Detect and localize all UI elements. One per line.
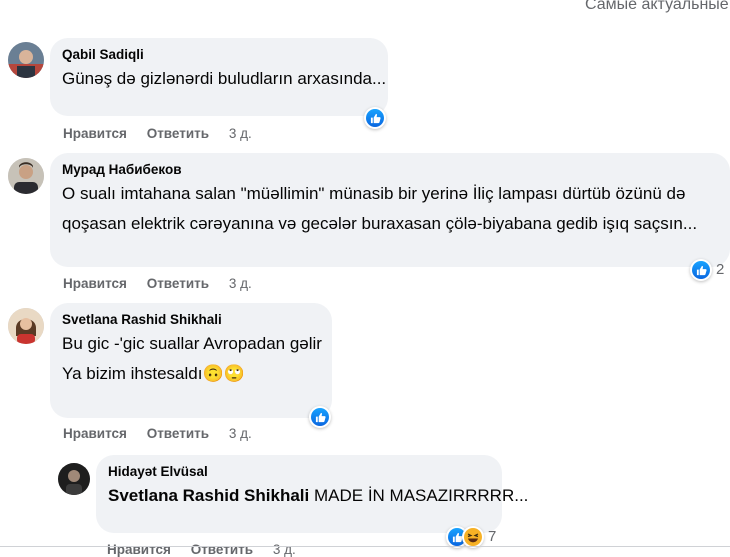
avatar[interactable] — [58, 463, 90, 495]
comment-text: Svetlana Rashid Shikhali MADE İN MASAZIR… — [108, 481, 528, 511]
avatar[interactable] — [8, 158, 44, 194]
comment-text: Ya bizim ihstesaldı🙃🙄 — [62, 364, 245, 383]
comment-author[interactable]: Мурад Набибеков — [62, 161, 718, 179]
comment-author[interactable]: Svetlana Rashid Shikhali — [62, 311, 320, 329]
comment-bubble: Мурад Набибеков O sualı imtahana salan "… — [50, 153, 730, 267]
comment-text: Bu gic -'gic suallar Avropadan gəlir — [62, 334, 322, 353]
timestamp[interactable]: 3 д. — [229, 276, 252, 291]
reaction-count[interactable]: 2 — [716, 261, 724, 278]
like-link[interactable]: Нравится — [63, 426, 127, 441]
avatar-photo — [58, 463, 90, 495]
mention-link[interactable]: Svetlana Rashid Shikhali — [108, 486, 309, 505]
reply-link[interactable]: Ответить — [147, 426, 209, 441]
sort-dropdown[interactable]: Самые актуальные — [585, 0, 729, 14]
comment-author[interactable]: Qabil Sadiqli — [62, 46, 376, 64]
timestamp[interactable]: 3 д. — [229, 426, 252, 441]
comment-text: Günəş də gizlənərdi buludların arxasında… — [62, 69, 387, 88]
like-reaction-icon[interactable] — [309, 406, 331, 428]
comment-actions: Нравится Ответить 3 д. — [63, 426, 268, 441]
avatar[interactable] — [8, 42, 44, 78]
comment-bubble: Svetlana Rashid Shikhali Bu gic -'gic su… — [50, 303, 332, 418]
divider — [0, 546, 730, 547]
avatar-photo — [8, 158, 44, 194]
avatar-photo — [8, 42, 44, 78]
comment-text: qoşasan elektrik cərəyanına və gecələr b… — [62, 214, 698, 233]
comment-actions: Нравится Ответить 3 д. — [63, 126, 268, 141]
avatar[interactable] — [8, 308, 44, 344]
comment-bubble: Hidayət Elvüsal Svetlana Rashid Shikhali… — [96, 455, 528, 533]
reply-link[interactable]: Ответить — [147, 276, 209, 291]
timestamp[interactable]: 3 д. — [229, 126, 252, 141]
reply-text: MADE İN MASAZIRRRRR... — [313, 486, 529, 505]
avatar-photo — [8, 308, 44, 344]
like-link[interactable]: Нравится — [63, 126, 127, 141]
like-link[interactable]: Нравится — [63, 276, 127, 291]
reply-link[interactable]: Ответить — [147, 126, 209, 141]
comment-bubble: Qabil Sadiqli Günəş də gizlənərdi buludl… — [50, 38, 388, 116]
comment-author[interactable]: Hidayət Elvüsal — [108, 463, 490, 481]
reaction-count[interactable]: 7 — [488, 528, 496, 545]
like-reaction-icon[interactable] — [690, 259, 712, 281]
comment-actions: Нравится Ответить 3 д. — [63, 276, 268, 291]
like-reaction-icon[interactable] — [364, 107, 386, 129]
haha-reaction-icon[interactable] — [462, 526, 484, 548]
comment-text: O sualı imtahana salan "müəllimin" münas… — [62, 184, 686, 203]
